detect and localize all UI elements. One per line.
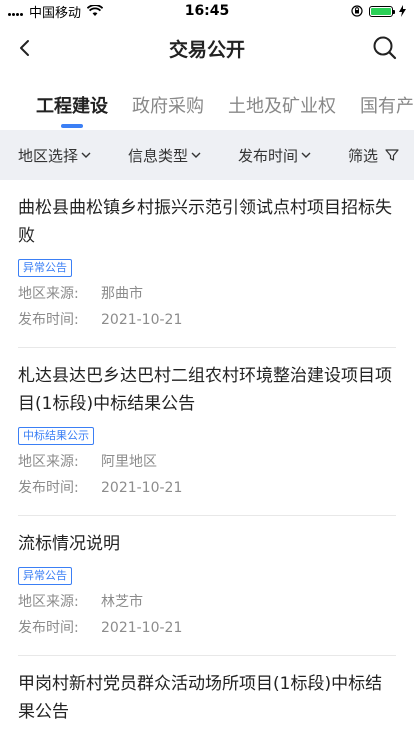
status-badge: 异常公告 xyxy=(18,567,72,585)
item-title: 曲松县曲松镇乡村振兴示范引领试点村项目招标失败 xyxy=(18,198,392,246)
chevron-down-icon xyxy=(301,152,311,158)
date-value: 2021-10-21 xyxy=(101,620,183,636)
date-value: 2021-10-21 xyxy=(101,312,183,328)
category-tabs: 工程建设 政府采购 土地及矿业权 国有产 xyxy=(0,74,414,128)
date-label: 发布时间: xyxy=(18,480,79,496)
search-icon[interactable] xyxy=(372,35,398,61)
signal-icon xyxy=(8,6,23,16)
region-value: 林芝市 xyxy=(101,594,143,610)
list-item[interactable]: 札达县达巴乡达巴村二组农村环境整治建设项目项目(1标段)中标结果公告 中标结果公… xyxy=(18,348,396,516)
funnel-icon xyxy=(385,149,399,161)
item-date: 发布时间: 2021-10-21 xyxy=(18,311,396,329)
publish-time-filter-label: 发布时间 xyxy=(238,146,299,165)
item-title: 甲岗村新村党员群众活动场所项目(1标段)中标结果公告 xyxy=(18,674,383,722)
page-title: 交易公开 xyxy=(168,38,245,61)
item-title: 流标情况说明 xyxy=(18,534,120,554)
status-left: 中国移动 xyxy=(8,2,104,21)
tab-land-mining[interactable]: 土地及矿业权 xyxy=(228,92,336,128)
screen-filter-label: 筛选 xyxy=(348,146,379,165)
chevron-down-icon xyxy=(191,152,201,158)
screen-filter-button[interactable]: 筛选 xyxy=(348,145,399,166)
tab-state-owned[interactable]: 国有产 xyxy=(360,92,414,128)
item-date: 发布时间: 2021-10-21 xyxy=(18,479,396,497)
status-bar: 中国移动 16:45 xyxy=(0,0,414,22)
item-region: 地区来源: 阿里地区 xyxy=(18,453,396,471)
chevron-left-icon xyxy=(20,40,29,56)
list-item[interactable]: 曲松县曲松镇乡村振兴示范引领试点村项目招标失败 异常公告 地区来源: 那曲市 发布… xyxy=(18,180,396,348)
status-badge: 中标结果公示 xyxy=(18,427,94,445)
tab-engineering[interactable]: 工程建设 xyxy=(36,92,108,128)
carrier-label: 中国移动 xyxy=(29,5,82,21)
date-label: 发布时间: xyxy=(18,312,79,328)
item-title: 札达县达巴乡达巴村二组农村环境整治建设项目项目(1标段)中标结果公告 xyxy=(18,366,392,414)
item-region: 地区来源: 那曲市 xyxy=(18,285,396,303)
region-label: 地区来源: xyxy=(18,454,79,470)
date-value: 2021-10-21 xyxy=(101,480,183,496)
region-value: 阿里地区 xyxy=(101,454,157,470)
announcement-list: 曲松县曲松镇乡村振兴示范引领试点村项目招标失败 异常公告 地区来源: 那曲市 发布… xyxy=(0,180,414,744)
info-type-filter[interactable]: 信息类型 xyxy=(128,145,238,166)
battery-icon xyxy=(369,5,395,17)
charging-icon xyxy=(399,5,406,17)
region-filter[interactable]: 地区选择 xyxy=(18,145,128,166)
back-button[interactable] xyxy=(12,36,36,60)
date-label: 发布时间: xyxy=(18,620,79,636)
filter-bar: 地区选择 信息类型 发布时间 筛选 xyxy=(0,130,414,180)
item-region: 地区来源: 林芝市 xyxy=(18,593,396,611)
publish-time-filter[interactable]: 发布时间 xyxy=(238,145,348,166)
region-label: 地区来源: xyxy=(18,286,79,302)
status-right xyxy=(351,5,406,17)
region-label: 地区来源: xyxy=(18,594,79,610)
list-item[interactable]: 流标情况说明 异常公告 地区来源: 林芝市 发布时间: 2021-10-21 xyxy=(18,516,396,656)
orientation-lock-icon xyxy=(351,5,363,17)
status-badge: 异常公告 xyxy=(18,259,72,277)
chevron-down-icon xyxy=(81,152,91,158)
item-date: 发布时间: 2021-10-21 xyxy=(18,619,396,637)
nav-bar: 交易公开 xyxy=(0,22,414,74)
list-item[interactable]: 甲岗村新村党员群众活动场所项目(1标段)中标结果公告 xyxy=(18,656,396,744)
region-filter-label: 地区选择 xyxy=(18,146,79,165)
info-type-filter-label: 信息类型 xyxy=(128,146,189,165)
region-value: 那曲市 xyxy=(101,286,143,302)
wifi-icon xyxy=(87,5,104,16)
tab-government-procurement[interactable]: 政府采购 xyxy=(132,92,204,128)
